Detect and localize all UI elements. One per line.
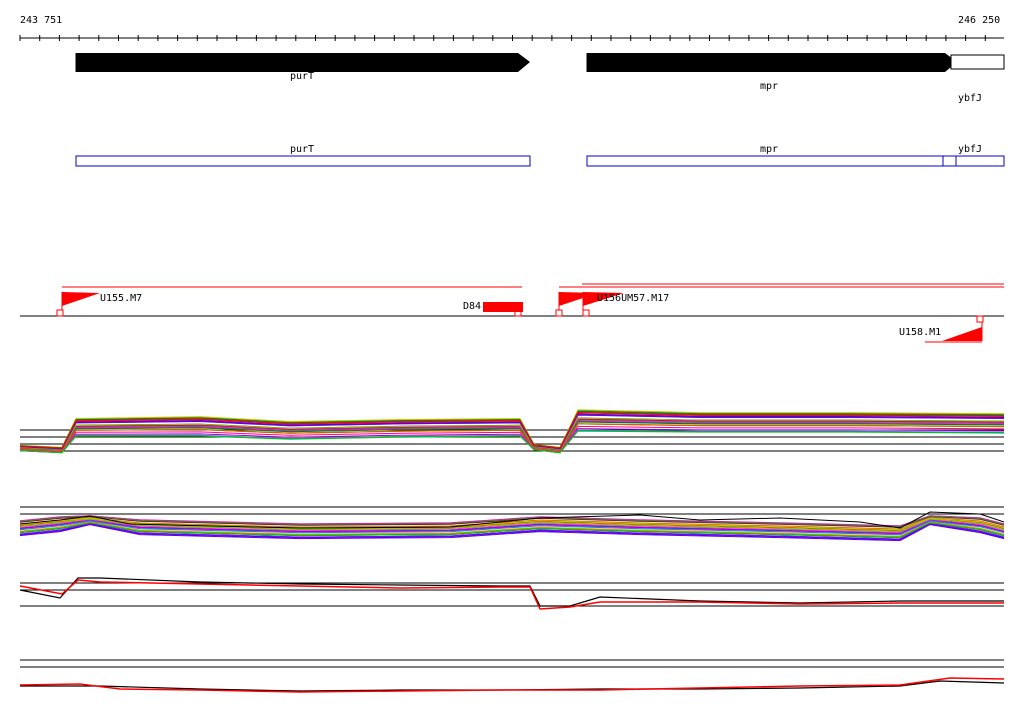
annotation-label-purT: purT — [290, 144, 314, 155]
profile-line-red — [19, 579, 1004, 610]
feature-label-u156: U156UM57.M17 — [597, 293, 669, 304]
gene-track: purT mpr ybfJ — [75, 53, 1005, 104]
annotation-box-ybfJ[interactable] — [955, 155, 1005, 167]
profile-line-red-2 — [19, 677, 1005, 693]
gene-box-ybfJ[interactable] — [950, 54, 1005, 70]
gene-label-ybfJ: ybfJ — [958, 93, 982, 104]
start-coordinate: 243 751 — [20, 15, 62, 26]
feature-track: U155.M7 D84 U156UM57.M17 U158.M1 — [20, 283, 1004, 343]
annotation-label-mpr: mpr — [760, 144, 778, 155]
annotation-box-purT[interactable] — [75, 155, 531, 167]
profile-panel-4 — [19, 659, 1005, 693]
profile-line-black — [19, 577, 1004, 607]
profile-lines-multicolor — [19, 409, 1005, 454]
annotation-label-ybfJ: ybfJ — [958, 144, 982, 155]
gene-arrow-purT[interactable] — [76, 53, 530, 72]
profile-line — [19, 429, 1005, 454]
gene-label-purT: purT — [290, 71, 314, 82]
feature-label-d84: D84 — [463, 301, 481, 312]
profile-panel-2 — [19, 506, 1005, 542]
profile-panel-3 — [19, 577, 1004, 610]
feature-label-u155: U155.M7 — [100, 293, 142, 304]
profile-panel-1 — [19, 409, 1005, 454]
gene-arrow-mpr[interactable] — [587, 53, 957, 72]
genome-browser-canvas: 243 751 246 250 purT mpr ybfJ purT mpr y… — [19, 15, 1005, 693]
gene-label-mpr: mpr — [760, 81, 778, 92]
end-coordinate: 246 250 — [958, 15, 1000, 26]
coordinate-ruler — [19, 35, 1004, 41]
feature-u158-marker[interactable] — [942, 327, 982, 341]
annotation-track: purT mpr ybfJ — [75, 144, 1005, 167]
profile-lines-multicolor-2 — [19, 511, 1005, 542]
annotation-box-mpr[interactable] — [586, 155, 944, 167]
feature-label-u158: U158.M1 — [899, 327, 941, 338]
annotation-box-small[interactable] — [942, 155, 957, 167]
feature-u155-marker[interactable] — [62, 292, 100, 306]
